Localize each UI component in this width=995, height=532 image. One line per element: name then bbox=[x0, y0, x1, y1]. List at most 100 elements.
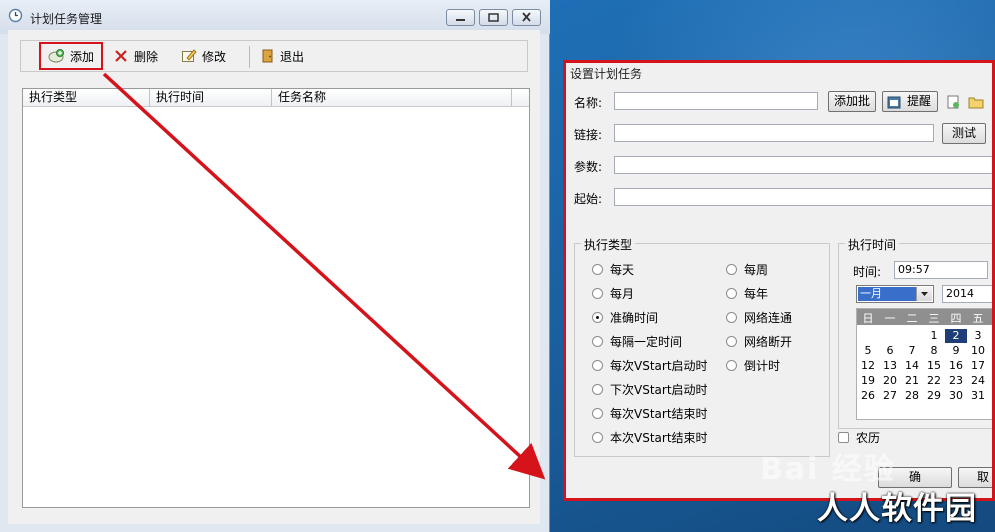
radio-next-start[interactable]: 下次VStart启动时 bbox=[592, 381, 708, 398]
folder-icon[interactable] bbox=[968, 95, 984, 109]
start-label: 起始: bbox=[574, 192, 603, 206]
radio-label: 每次VStart启动时 bbox=[610, 359, 708, 373]
time-input[interactable]: 09:57 bbox=[894, 261, 988, 279]
task-manager-window: 计划任务管理 添加 删除 修改 退出 执行类型 执行时间 任务名称 bbox=[0, 0, 550, 532]
calendar-day[interactable]: 1 bbox=[923, 329, 945, 343]
radio-network-down[interactable]: 网络断开 bbox=[726, 333, 792, 350]
calendar-day[interactable]: 15 bbox=[923, 359, 945, 373]
calendar-day[interactable]: 27 bbox=[879, 389, 901, 403]
year-input[interactable]: 2014 bbox=[942, 285, 992, 303]
exit-door-icon bbox=[262, 49, 273, 63]
radio-dot bbox=[592, 360, 603, 371]
radio-daily[interactable]: 每天 bbox=[592, 261, 634, 278]
radio-label: 每隔一定时间 bbox=[610, 335, 683, 349]
calendar[interactable]: 日 一 二 三 四 五 1 2 3 5 6 7 8 9 10 12 13 14 15 16 17 19 20 21… bbox=[856, 308, 992, 420]
minimize-button[interactable] bbox=[446, 9, 475, 26]
radio-countdown[interactable]: 倒计时 bbox=[726, 357, 780, 374]
radio-weekly[interactable]: 每周 bbox=[726, 261, 768, 278]
calendar-day[interactable]: 2 bbox=[945, 329, 967, 343]
radio-label: 每年 bbox=[744, 287, 769, 301]
edit-button-label: 修改 bbox=[202, 49, 227, 64]
calendar-icon bbox=[887, 96, 901, 109]
calendar-day[interactable]: 9 bbox=[945, 344, 967, 358]
set-task-dialog: 设置计划任务 名称: 添加批 提醒 链接: 测试 参数: 起始: 执行类型 每天… bbox=[563, 60, 995, 501]
radio-dot bbox=[592, 432, 603, 443]
close-button[interactable] bbox=[512, 9, 541, 26]
param-label: 参数: bbox=[574, 160, 603, 174]
radio-label: 倒计时 bbox=[744, 359, 781, 373]
link-input[interactable] bbox=[614, 124, 934, 142]
radio-monthly[interactable]: 每月 bbox=[592, 285, 634, 302]
link-label: 链接: bbox=[574, 128, 603, 142]
add-button[interactable]: 添加 bbox=[39, 42, 103, 70]
task-list[interactable]: 执行类型 执行时间 任务名称 bbox=[22, 88, 530, 508]
calendar-day[interactable]: 8 bbox=[923, 344, 945, 358]
weekday-label: 四 bbox=[950, 312, 962, 325]
radio-label: 准确时间 bbox=[610, 311, 659, 325]
calendar-day[interactable]: 24 bbox=[967, 374, 989, 388]
column-header[interactable]: 执行时间 bbox=[150, 89, 272, 106]
delete-button[interactable]: 删除 bbox=[113, 44, 158, 68]
radio-exact-time[interactable]: 准确时间 bbox=[592, 309, 658, 326]
calendar-day[interactable]: 13 bbox=[879, 359, 901, 373]
test-button[interactable]: 测试 bbox=[942, 123, 986, 144]
calendar-day[interactable]: 28 bbox=[901, 389, 923, 403]
add-button-label: 添加 bbox=[70, 49, 95, 64]
delete-button-label: 删除 bbox=[134, 49, 159, 64]
calendar-day[interactable]: 31 bbox=[967, 389, 989, 403]
add-batch-button[interactable]: 添加批 bbox=[828, 91, 876, 112]
calendar-day[interactable]: 21 bbox=[901, 374, 923, 388]
exec-time-title: 执行时间 bbox=[845, 236, 900, 253]
radio-interval[interactable]: 每隔一定时间 bbox=[592, 333, 682, 350]
radio-each-end[interactable]: 每次VStart结束时 bbox=[592, 405, 708, 422]
calendar-day[interactable]: 22 bbox=[923, 374, 945, 388]
exit-button[interactable]: 退出 bbox=[259, 44, 304, 68]
radio-this-end[interactable]: 本次VStart结束时 bbox=[592, 429, 708, 446]
radio-each-start[interactable]: 每次VStart启动时 bbox=[592, 357, 708, 374]
site-watermark: 人人软件园 bbox=[817, 491, 977, 527]
window-client-area: 添加 删除 修改 退出 执行类型 执行时间 任务名称 bbox=[8, 30, 540, 524]
calendar-day[interactable]: 29 bbox=[923, 389, 945, 403]
radio-dot-selected bbox=[592, 312, 603, 323]
maximize-button[interactable] bbox=[479, 9, 508, 26]
start-input[interactable] bbox=[614, 188, 992, 206]
radio-dot bbox=[592, 336, 603, 347]
remind-button[interactable]: 提醒 bbox=[882, 91, 938, 112]
new-file-icon[interactable] bbox=[946, 95, 960, 109]
calendar-day[interactable]: 3 bbox=[967, 329, 989, 343]
radio-label: 网络连通 bbox=[744, 311, 793, 325]
calendar-day[interactable]: 6 bbox=[879, 344, 901, 358]
window-title: 计划任务管理 bbox=[30, 12, 103, 26]
calendar-day[interactable]: 10 bbox=[967, 344, 989, 358]
calendar-day[interactable]: 7 bbox=[901, 344, 923, 358]
edit-button[interactable]: 修改 bbox=[181, 44, 226, 68]
calendar-day[interactable]: 26 bbox=[857, 389, 879, 403]
calendar-day[interactable]: 30 bbox=[945, 389, 967, 403]
column-header[interactable]: 任务名称 bbox=[272, 89, 512, 106]
calendar-day[interactable]: 19 bbox=[857, 374, 879, 388]
radio-dot bbox=[726, 336, 737, 347]
radio-label: 每周 bbox=[744, 263, 769, 277]
radio-network-up[interactable]: 网络连通 bbox=[726, 309, 792, 326]
checkbox-box bbox=[838, 432, 849, 443]
edit-note-icon bbox=[182, 49, 197, 62]
param-input[interactable] bbox=[614, 156, 992, 174]
column-header[interactable]: 执行类型 bbox=[23, 89, 150, 106]
restore-icon bbox=[488, 13, 499, 22]
month-select[interactable]: 一月 bbox=[856, 285, 934, 303]
calendar-day[interactable]: 17 bbox=[967, 359, 989, 373]
month-dropdown-arrow[interactable] bbox=[916, 287, 932, 301]
name-input[interactable] bbox=[614, 92, 818, 110]
add-task-icon bbox=[48, 49, 64, 63]
radio-yearly[interactable]: 每年 bbox=[726, 285, 768, 302]
calendar-day[interactable]: 14 bbox=[901, 359, 923, 373]
calendar-day[interactable]: 5 bbox=[857, 344, 879, 358]
radio-dot bbox=[592, 288, 603, 299]
radio-dot bbox=[592, 408, 603, 419]
calendar-day[interactable]: 12 bbox=[857, 359, 879, 373]
dialog-title: 设置计划任务 bbox=[570, 67, 643, 81]
calendar-day[interactable]: 20 bbox=[879, 374, 901, 388]
radio-dot bbox=[726, 264, 737, 275]
calendar-day[interactable]: 16 bbox=[945, 359, 967, 373]
calendar-day[interactable]: 23 bbox=[945, 374, 967, 388]
